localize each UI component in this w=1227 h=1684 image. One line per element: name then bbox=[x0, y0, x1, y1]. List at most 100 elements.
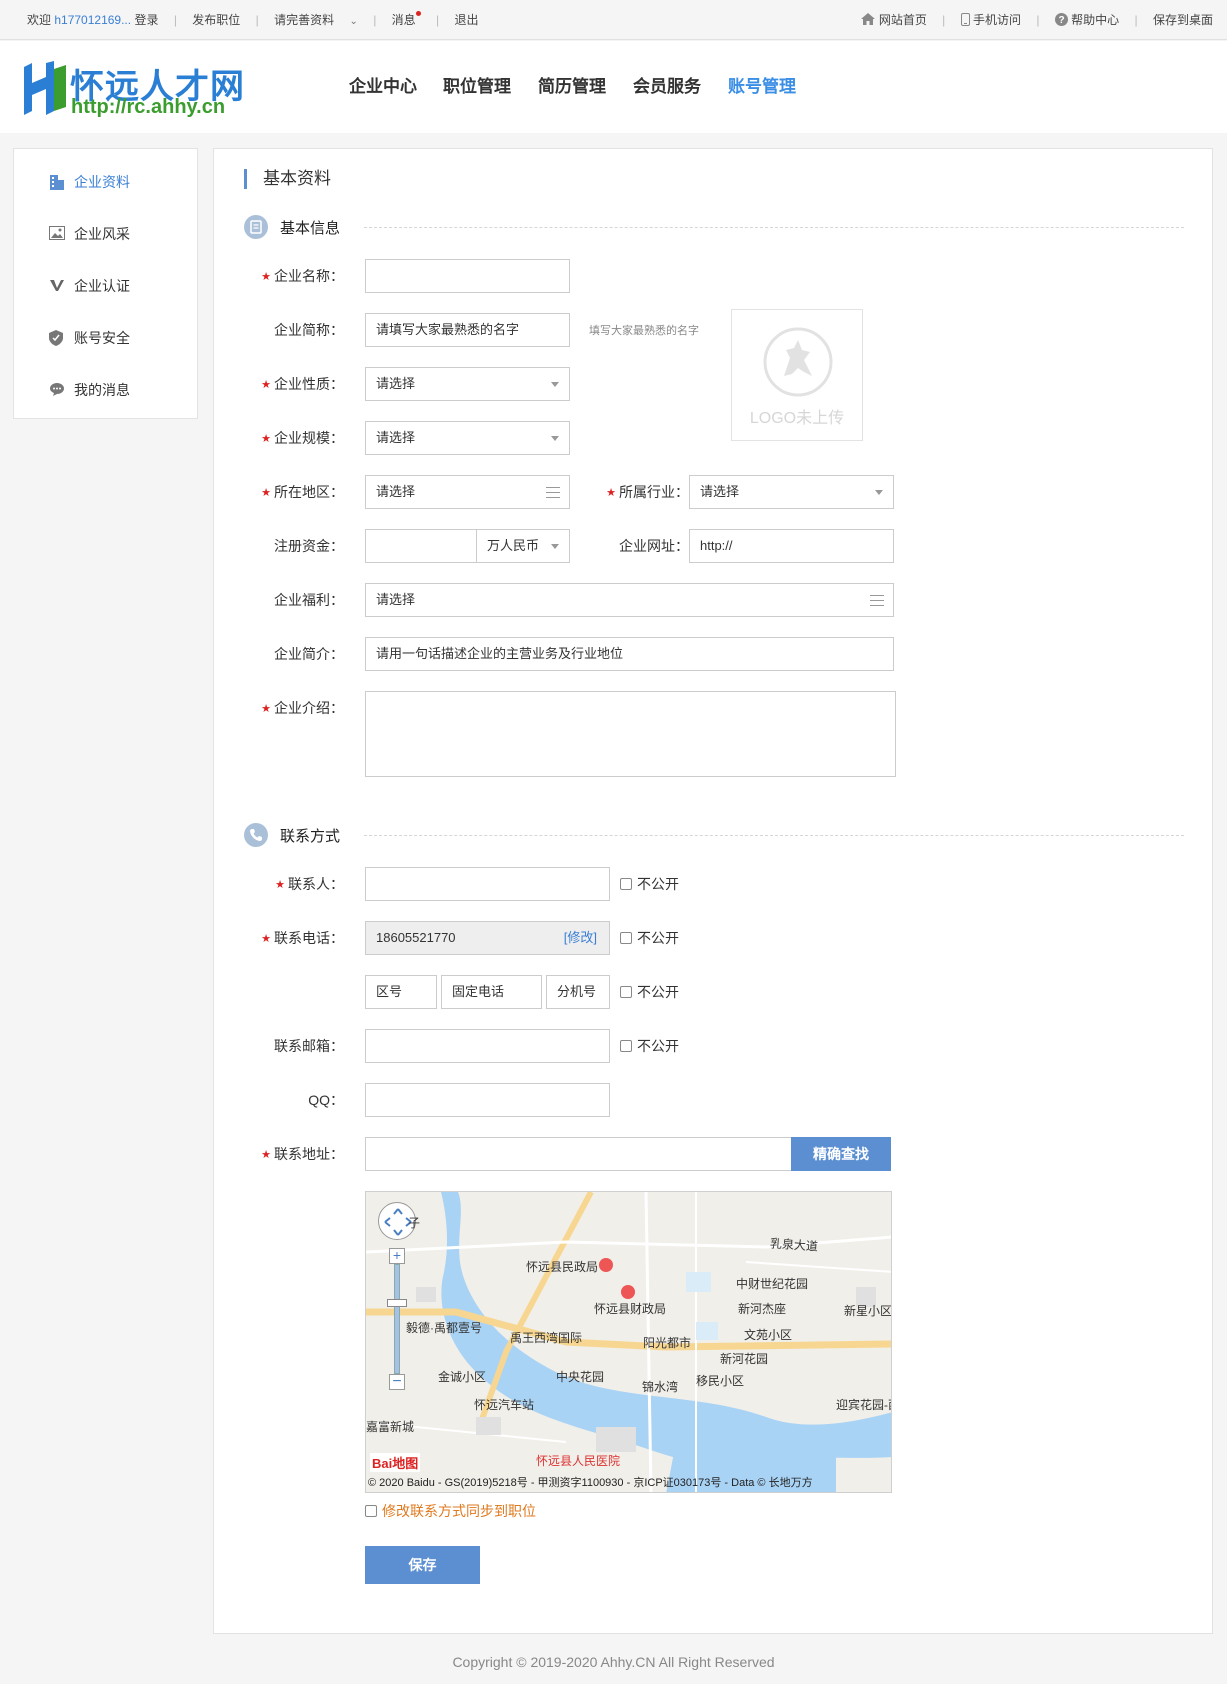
landline-input[interactable]: 固定电话 bbox=[441, 975, 542, 1009]
help-link[interactable]: 帮助中心 bbox=[1071, 13, 1119, 27]
welfare-select[interactable]: 请选择 bbox=[365, 583, 894, 617]
map-label: 金诚小区 bbox=[438, 1370, 487, 1384]
map-label: 新河花园 bbox=[720, 1352, 769, 1366]
checkbox-icon[interactable] bbox=[620, 878, 632, 890]
map-label: 禹王西湾国际 bbox=[510, 1331, 583, 1345]
chevron-down-icon bbox=[551, 436, 559, 441]
building-icon bbox=[50, 175, 64, 190]
summary-input[interactable]: 请用一句话描述企业的主营业务及行业地位 bbox=[365, 637, 894, 671]
checkbox-icon[interactable] bbox=[620, 1040, 632, 1052]
nature-select[interactable]: 请选择 bbox=[365, 367, 570, 401]
nav-member-services[interactable]: 会员服务 bbox=[633, 72, 701, 97]
nav-account-management[interactable]: 账号管理 bbox=[728, 72, 796, 97]
phone-icon bbox=[244, 823, 268, 847]
website-input[interactable]: http:// bbox=[689, 529, 894, 563]
chat-bubble-icon bbox=[50, 383, 64, 396]
sidebar-item-company-verify[interactable]: 企业认证 bbox=[49, 274, 130, 298]
contact-address-input[interactable] bbox=[365, 1137, 792, 1171]
logo-upload-box[interactable]: LOGO未上传 bbox=[731, 309, 863, 441]
zoom-slider[interactable] bbox=[394, 1264, 400, 1374]
nature-label: ★ 企业性质： bbox=[261, 376, 344, 392]
help-icon: ? bbox=[1054, 13, 1068, 27]
company-name-input[interactable] bbox=[365, 259, 570, 293]
intro-label: ★ 企业介绍： bbox=[261, 700, 344, 716]
sync-to-jobs-checkbox[interactable]: 修改联系方式同步到职位 bbox=[365, 1503, 536, 1519]
short-name-input[interactable]: 请填写大家最熟悉的名字 bbox=[365, 313, 570, 347]
landline-hide-checkbox[interactable]: 不公开 bbox=[620, 984, 679, 1000]
save-desktop-link[interactable]: 保存到桌面 bbox=[1153, 13, 1213, 27]
extension-input[interactable]: 分机号 bbox=[546, 975, 610, 1009]
zoom-out-button[interactable]: − bbox=[389, 1374, 405, 1390]
required-mark: ★ bbox=[275, 879, 285, 891]
divider: | bbox=[1134, 13, 1138, 27]
main-panel: 基本资料 基本信息 ★ 企业名称： 企业简称： 请填写大家最熟悉的名字 填写大家最… bbox=[213, 148, 1213, 1634]
baidu-map[interactable]: + − 子 乳泉大道 怀远县民政局 怀远县财政局 中财世纪花园 新河杰座 新星小… bbox=[365, 1191, 892, 1493]
list-icon bbox=[870, 595, 884, 610]
sidebar-item-label: 我的消息 bbox=[74, 382, 130, 398]
required-mark: ★ bbox=[261, 379, 271, 391]
contact-email-input[interactable] bbox=[365, 1029, 610, 1063]
zoom-handle[interactable] bbox=[387, 1299, 407, 1307]
checkbox-icon[interactable] bbox=[365, 1505, 377, 1517]
nav-resume-management[interactable]: 简历管理 bbox=[538, 72, 606, 97]
sidebar-item-company-style[interactable]: 企业风采 bbox=[49, 222, 130, 246]
post-job-link[interactable]: 发布职位 bbox=[192, 13, 240, 27]
divider bbox=[364, 227, 1184, 228]
chevron-down-icon[interactable]: ⌄ bbox=[349, 2, 357, 42]
mobile-link[interactable]: 手机访问 bbox=[973, 13, 1021, 27]
checkbox-icon[interactable] bbox=[620, 986, 632, 998]
person-hide-checkbox[interactable]: 不公开 bbox=[620, 876, 679, 892]
map-label: 怀远县民政局 bbox=[526, 1260, 599, 1274]
welfare-label: 企业福利： bbox=[274, 592, 344, 608]
capital-input[interactable] bbox=[365, 529, 477, 563]
qq-input[interactable] bbox=[365, 1083, 610, 1117]
scale-select[interactable]: 请选择 bbox=[365, 421, 570, 455]
map-label: 移民小区 bbox=[696, 1374, 745, 1388]
divider: | bbox=[255, 13, 259, 27]
top-links-right: 网站首页 | 手机访问 | ? 帮助中心 | 保存到桌面 bbox=[861, 0, 1213, 40]
messages-link[interactable]: 消息 bbox=[392, 13, 416, 27]
required-mark: ★ bbox=[261, 1149, 271, 1161]
sidebar-item-company-profile[interactable]: 企业资料 bbox=[49, 170, 130, 194]
unread-dot bbox=[415, 11, 421, 16]
shield-icon bbox=[49, 330, 63, 346]
map-label: 锦水湾 bbox=[642, 1380, 679, 1394]
image-icon bbox=[49, 226, 65, 240]
map-label: 乳泉大道 bbox=[769, 1236, 819, 1254]
intro-textarea[interactable] bbox=[365, 691, 896, 777]
login-link[interactable]: 登录 bbox=[134, 13, 158, 27]
site-home-link[interactable]: 网站首页 bbox=[879, 13, 927, 27]
capital-label: 注册资金： bbox=[274, 538, 344, 554]
divider bbox=[364, 835, 1184, 836]
map-label: 子 bbox=[408, 1216, 421, 1230]
map-label: 迎宾花园-西 bbox=[836, 1398, 891, 1412]
username-link[interactable]: h177012169... bbox=[54, 13, 131, 27]
nav-company-center[interactable]: 企业中心 bbox=[349, 72, 417, 97]
logo-h-icon bbox=[24, 61, 66, 115]
map-label: 中财世纪花园 bbox=[736, 1277, 809, 1291]
sidebar-item-my-messages[interactable]: 我的消息 bbox=[49, 378, 130, 402]
email-hide-checkbox[interactable]: 不公开 bbox=[620, 1038, 679, 1054]
logo-placeholder-text: LOGO未上传 bbox=[749, 410, 845, 427]
page-title: 基本资料 bbox=[244, 169, 331, 189]
area-code-input[interactable]: 区号 bbox=[365, 975, 437, 1009]
zoom-in-button[interactable]: + bbox=[389, 1248, 405, 1264]
checkbox-icon[interactable] bbox=[620, 932, 632, 944]
contact-person-input[interactable] bbox=[365, 867, 610, 901]
nav-job-management[interactable]: 职位管理 bbox=[443, 72, 511, 97]
section-heading: 基本信息 bbox=[280, 220, 341, 237]
chevron-down-icon bbox=[551, 382, 559, 387]
sidebar-item-account-security[interactable]: 账号安全 bbox=[49, 326, 130, 350]
edit-phone-link[interactable]: [修改] bbox=[564, 922, 597, 954]
phone-hide-checkbox[interactable]: 不公开 bbox=[620, 930, 679, 946]
precise-search-button[interactable]: 精确查找 bbox=[791, 1137, 891, 1171]
site-header: 怀远人才网 http://rc.ahhy.cn 企业中心 职位管理 简历管理 会… bbox=[0, 41, 1227, 133]
save-button[interactable]: 保存 bbox=[365, 1546, 480, 1584]
complete-info-link[interactable]: 请完善资料 bbox=[274, 13, 334, 27]
contact-phone-label: ★ 联系电话： bbox=[261, 930, 344, 946]
logout-link[interactable]: 退出 bbox=[455, 13, 479, 27]
required-mark: ★ bbox=[606, 487, 616, 499]
industry-select[interactable]: 请选择 bbox=[689, 475, 894, 509]
map-label: 怀远县人民医院 bbox=[536, 1454, 621, 1468]
svg-text:?: ? bbox=[1058, 15, 1064, 26]
